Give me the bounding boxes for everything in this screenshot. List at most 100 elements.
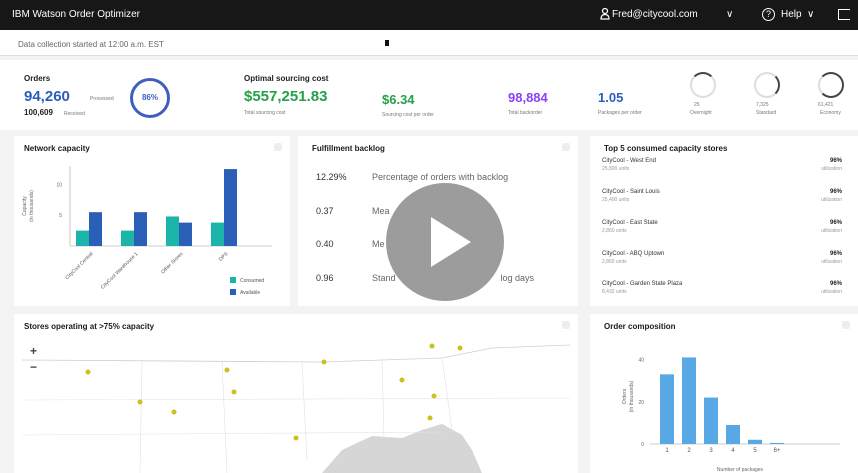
store-utilization: 96%	[829, 251, 842, 257]
store-marker	[321, 359, 327, 365]
help-menu[interactable]: Help	[781, 9, 802, 20]
bar	[726, 425, 740, 444]
zoom-in-button[interactable]: +	[30, 344, 37, 358]
backlog-text: Percentage of orders with backlog	[372, 172, 509, 182]
us-landmass	[22, 340, 570, 473]
zoom-out-button[interactable]: −	[30, 360, 37, 374]
help-icon[interactable]: ?	[762, 8, 775, 21]
x-axis-label: Number of packages	[717, 467, 764, 473]
backlog-value: 0.96	[316, 273, 334, 283]
backlog-value: 12.29%	[316, 172, 347, 182]
packages-per-order: 1.05	[598, 90, 624, 105]
orders-ring-text: 86%	[141, 93, 158, 102]
store-name: CityCool - ABQ Uptown	[602, 251, 665, 257]
store-units: 25,800 units	[602, 166, 630, 172]
store-marker	[399, 377, 405, 383]
y-tick-label: 5	[59, 213, 62, 219]
store-units: 25,400 units	[602, 197, 630, 203]
store-marker	[171, 409, 177, 415]
play-icon	[431, 217, 471, 267]
standard-value: 7,325	[756, 102, 769, 108]
total-sourcing-cost: $557,251.83	[244, 88, 328, 105]
economy-value: 61,421	[818, 102, 834, 108]
y-axis-label: Orders	[622, 388, 628, 404]
x-tick-label: CityCool Central	[64, 251, 94, 281]
x-tick-label: CityCool Warehouse 1	[100, 251, 140, 291]
overflow-menu-icon[interactable]	[562, 143, 570, 151]
y-tick-label: 40	[638, 358, 644, 364]
legend-label: Consumed	[240, 278, 264, 284]
backlog-row: 0.40 Me	[316, 239, 385, 249]
store-utilization-label: utilization	[821, 228, 842, 234]
orders-processed-label: Processed	[90, 96, 114, 102]
x-tick-label: 4	[731, 448, 735, 454]
y-tick-label: 20	[638, 400, 644, 406]
store-name: CityCool - Garden State Plaza	[602, 281, 683, 287]
store-name: CityCool - Saint Louis	[602, 189, 660, 195]
chevron-down-icon[interactable]: ∨	[726, 9, 733, 20]
x-tick-label: 3	[709, 448, 713, 454]
cost-per-order-label: Sourcing cost per order	[382, 112, 434, 118]
kpi-strip: Orders 94,260 Processed 100,609 Received…	[0, 60, 858, 130]
logout-icon[interactable]	[838, 9, 850, 20]
backlog-text: Me	[372, 239, 385, 249]
y-axis-label: (in thousands)	[629, 380, 635, 412]
user-menu[interactable]: Fred@citycool.com	[612, 9, 698, 20]
bar-available	[224, 169, 237, 246]
legend-swatch	[230, 289, 236, 295]
store-utilization: 96%	[829, 158, 842, 164]
backlog-value: 0.40	[316, 239, 334, 249]
video-play-button[interactable]	[386, 183, 504, 301]
standard-label: Standard	[756, 110, 777, 116]
orders-processed: 94,260	[24, 88, 70, 105]
store-utilization: 96%	[829, 281, 842, 287]
store-marker	[85, 369, 91, 375]
sourcing-cost-label: Optimal sourcing cost	[244, 74, 329, 83]
bar-consumed	[121, 230, 134, 246]
chevron-down-icon[interactable]: ∨	[807, 9, 814, 20]
economy-ring	[818, 72, 844, 98]
mouse-cursor	[385, 40, 389, 46]
top-bar: IBM Watson Order Optimizer Fred@citycool…	[0, 0, 858, 30]
orders-label: Orders	[24, 74, 51, 83]
x-tick-label: Other Stores	[160, 251, 185, 276]
bar	[660, 374, 674, 444]
store-utilization-label: utilization	[821, 166, 842, 172]
legend-label: Available	[240, 290, 260, 296]
bar-consumed	[166, 216, 179, 246]
bar-available	[134, 212, 147, 246]
store-utilization: 96%	[829, 220, 842, 226]
network-capacity-card: Network capacity 5 10 Capacity (in thousand…	[14, 136, 290, 306]
store-list-item[interactable]: CityCool - Garden State Plaza 8,432 unit…	[602, 281, 846, 295]
y-axis-label: Capacity	[22, 196, 28, 216]
y-axis-label: (in thousands)	[29, 190, 35, 222]
store-list-item[interactable]: CityCool - East State 2,860 units 96% ut…	[602, 220, 846, 234]
store-units: 2,860 units	[602, 228, 627, 234]
app-title: IBM Watson Order Optimizer	[12, 9, 140, 20]
overnight-label: Overnight	[690, 110, 712, 116]
y-tick-label: 0	[641, 442, 644, 448]
total-sourcing-cost-label: Total sourcing cost	[244, 110, 286, 116]
store-marker	[431, 393, 437, 399]
store-utilization-label: utilization	[821, 197, 842, 203]
store-list-item[interactable]: CityCool - Saint Louis 25,400 units 96% …	[602, 189, 846, 203]
store-units: 8,432 units	[602, 289, 627, 295]
bar-available	[179, 222, 192, 246]
order-composition-card: Order composition 0 20 40 Orders (in thousan…	[590, 314, 858, 473]
us-map[interactable]	[22, 340, 570, 473]
store-marker	[224, 367, 230, 373]
bar-consumed	[211, 222, 224, 246]
store-marker	[427, 415, 433, 421]
overflow-menu-icon[interactable]	[562, 321, 570, 329]
fulfillment-backlog-title: Fulfillment backlog	[312, 144, 385, 153]
store-name: CityCool - West End	[602, 158, 656, 164]
store-list-item[interactable]: CityCool - West End 25,800 units 96% uti…	[602, 158, 846, 172]
user-icon[interactable]	[600, 8, 610, 20]
orders-progress-ring: 86%	[130, 78, 170, 118]
store-marker	[137, 399, 143, 405]
store-list-item[interactable]: CityCool - ABQ Uptown 2,860 units 96% ut…	[602, 251, 846, 265]
top-stores-title: Top 5 consumed capacity stores	[604, 144, 728, 153]
top-stores-card: Top 5 consumed capacity stores CityCool …	[590, 136, 858, 306]
store-marker	[293, 435, 299, 441]
map-canvas	[22, 340, 570, 473]
